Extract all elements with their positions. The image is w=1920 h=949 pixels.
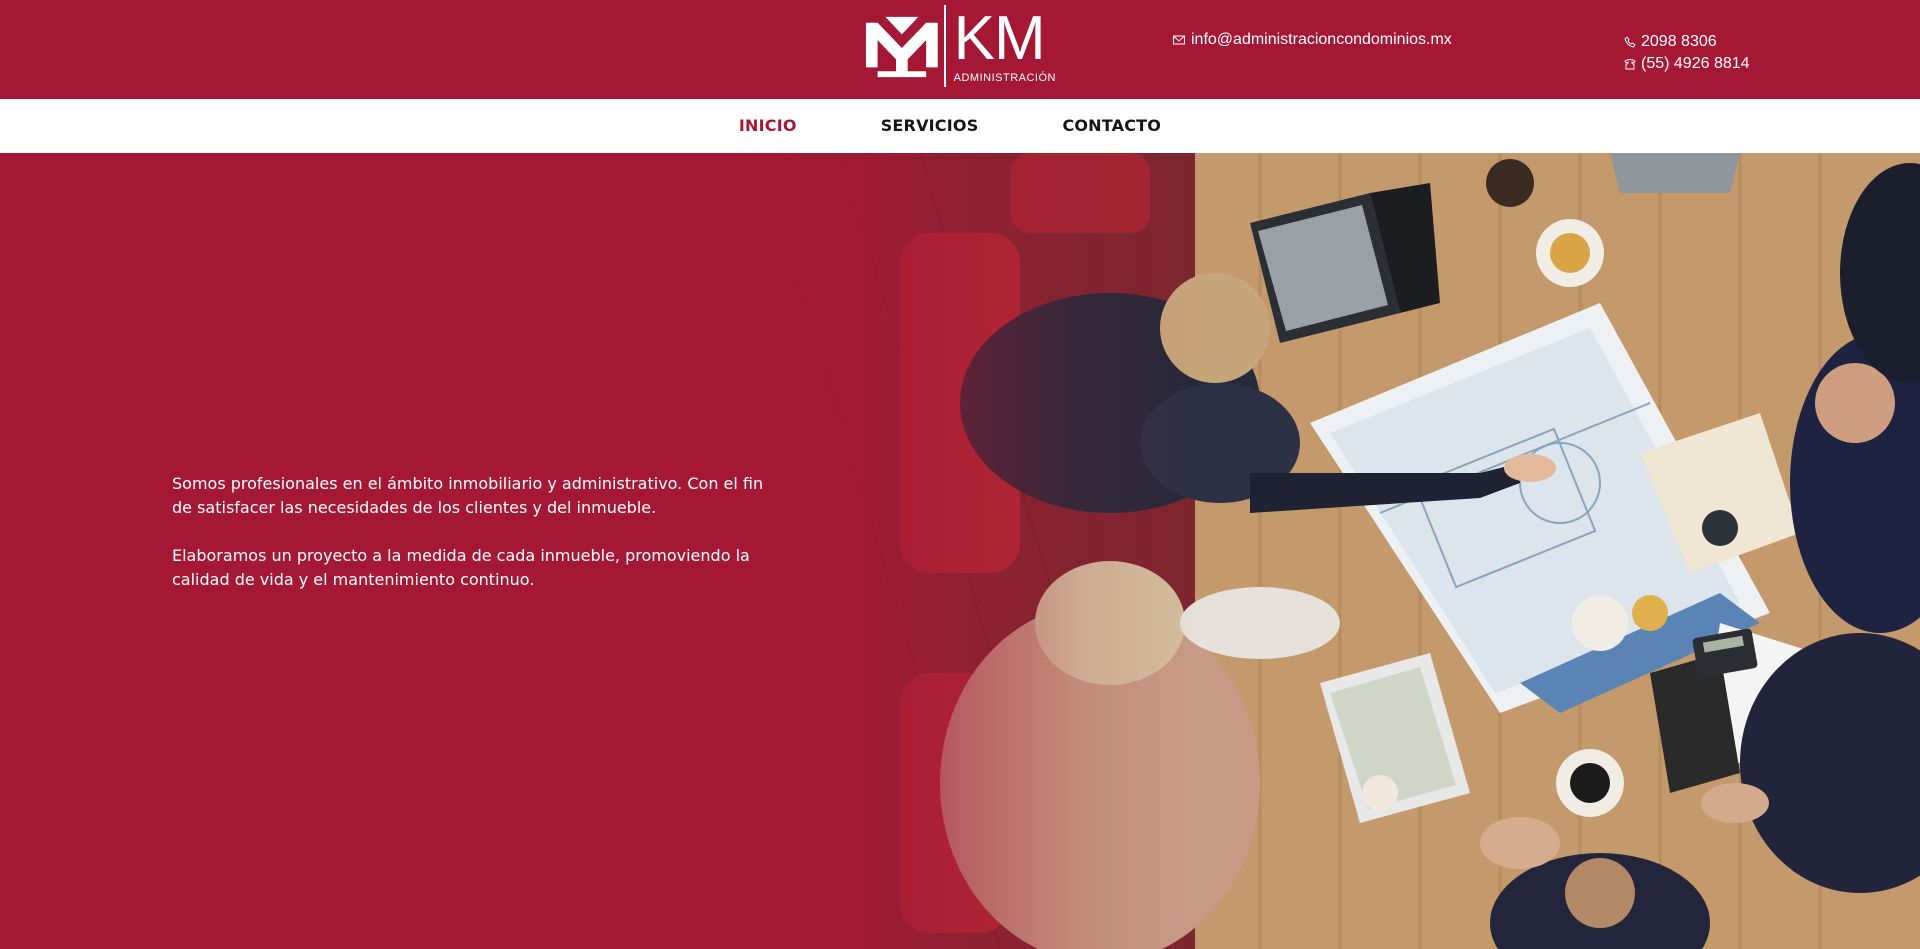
phone-row[interactable]: 2098 8306 xyxy=(1624,31,1750,53)
phone-number-1: 2098 8306 xyxy=(1641,33,1717,50)
email-link[interactable]: info@administracioncondominios.mx xyxy=(1173,31,1452,49)
nav-item-inicio[interactable]: INICIO xyxy=(697,116,839,135)
email-text: info@administracioncondominios.mx xyxy=(1191,31,1452,48)
hero-paragraph: Somos profesionales en el ámbito inmobil… xyxy=(172,474,764,517)
hero-section: Somos profesionales en el ámbito inmobil… xyxy=(0,153,1920,949)
site-logo[interactable]: KM ADMINISTRACIÓN xyxy=(864,4,1056,88)
envelope-icon xyxy=(1173,35,1185,45)
phone-number-2: (55) 4926 8814 xyxy=(1641,55,1750,72)
logo-wordmark: KM ADMINISTRACIÓN xyxy=(953,4,1056,85)
hero-copy: Somos profesionales en el ámbito inmobil… xyxy=(172,472,782,592)
phone-list: 2098 8306 (55) 4926 8814 xyxy=(1624,31,1750,75)
phone-row[interactable]: (55) 4926 8814 xyxy=(1624,53,1750,75)
main-navigation: INICIO SERVICIOS CONTACTO xyxy=(0,99,1920,153)
phone-icon xyxy=(1624,36,1636,48)
km-monogram-icon xyxy=(865,16,938,78)
nav-item-contacto[interactable]: CONTACTO xyxy=(1020,116,1203,135)
logo-divider xyxy=(943,5,946,87)
nav-menu: INICIO SERVICIOS CONTACTO xyxy=(697,116,1203,136)
hero-paragraph: Elaboramos un proyecto a la medida de ca… xyxy=(172,546,750,589)
logo-subtitle: ADMINISTRACIÓN xyxy=(953,72,1056,84)
telephone-icon xyxy=(1624,59,1636,70)
logo-brand: KM xyxy=(953,4,1046,73)
nav-item-servicios[interactable]: SERVICIOS xyxy=(839,116,1021,135)
top-header: KM ADMINISTRACIÓN info@administracioncon… xyxy=(0,0,1920,99)
